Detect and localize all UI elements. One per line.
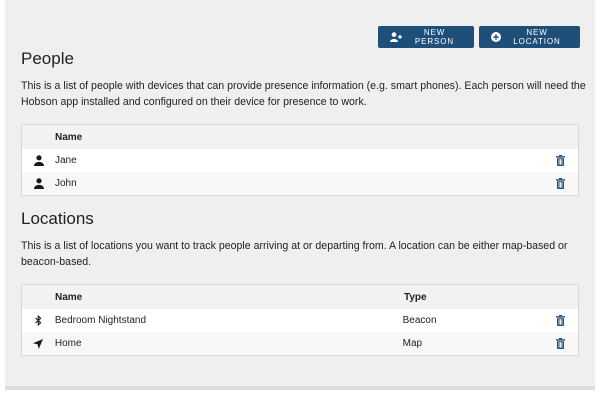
- user-icon: [22, 178, 55, 189]
- people-table: Name Jane John: [21, 124, 579, 196]
- location-type: Beacon: [402, 315, 437, 326]
- delete-location-button[interactable]: [542, 315, 578, 326]
- people-title: People: [21, 49, 74, 68]
- user-icon: [22, 155, 55, 166]
- add-user-icon: [390, 32, 402, 42]
- person-name: John: [55, 178, 77, 189]
- locations-name-column-header: Name: [55, 291, 83, 303]
- toolbar: NEW PERSON NEW LOCATION: [378, 26, 580, 48]
- locations-type-column-header: Type: [404, 291, 427, 303]
- person-name: Jane: [55, 155, 77, 166]
- plus-circle-icon: [491, 32, 501, 42]
- trash-icon: [555, 178, 565, 189]
- people-table-header: Name: [22, 125, 578, 149]
- location-arrow-icon: [22, 338, 55, 349]
- locations-table-header: Name Type: [22, 285, 578, 309]
- content-panel: NEW PERSON NEW LOCATION People This is a…: [5, 0, 595, 390]
- people-name-column-header: Name: [55, 131, 83, 143]
- location-type: Map: [402, 338, 423, 349]
- table-row[interactable]: John: [22, 172, 578, 195]
- location-name: Bedroom Nightstand: [54, 315, 147, 326]
- table-row[interactable]: Bedroom Nightstand Beacon: [22, 309, 578, 332]
- location-name: Home: [54, 338, 82, 349]
- trash-icon: [555, 315, 565, 326]
- trash-icon: [555, 338, 565, 349]
- trash-icon: [555, 155, 565, 166]
- delete-person-button[interactable]: [542, 178, 578, 189]
- table-row[interactable]: Home Map: [22, 332, 578, 355]
- new-person-label: NEW PERSON: [414, 28, 455, 46]
- table-row[interactable]: Jane: [22, 149, 578, 172]
- locations-description: This is a list of locations you want to …: [21, 240, 568, 268]
- delete-person-button[interactable]: [542, 155, 578, 166]
- new-location-label: NEW LOCATION: [513, 28, 561, 46]
- bluetooth-icon: [22, 315, 55, 326]
- new-person-button[interactable]: NEW PERSON: [378, 26, 474, 48]
- delete-location-button[interactable]: [542, 338, 578, 349]
- new-location-button[interactable]: NEW LOCATION: [479, 26, 580, 48]
- people-description: This is a list of people with devices th…: [21, 80, 586, 108]
- locations-table: Name Type Bedroom Nightstand Beacon Home…: [21, 284, 579, 356]
- locations-title: Locations: [21, 209, 94, 228]
